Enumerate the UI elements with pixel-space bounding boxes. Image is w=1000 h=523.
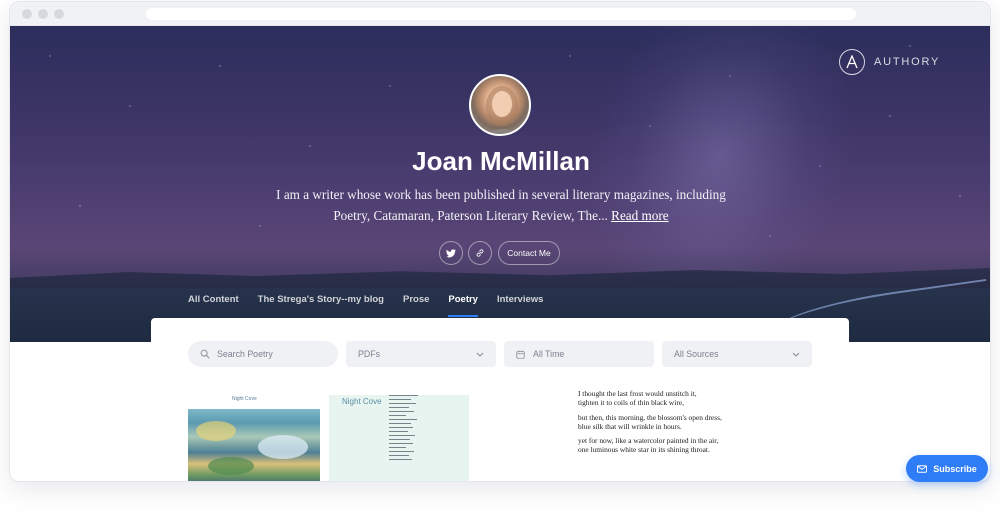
search-input[interactable]: Search Poetry bbox=[188, 341, 338, 367]
profile-hero: AUTHORY Joan McMillan I am a writer whos… bbox=[10, 26, 990, 342]
sources-value: All Sources bbox=[674, 349, 719, 359]
poem-line: one luminous white star in its shining t… bbox=[578, 445, 710, 455]
bio-line-2-text: Poetry, Catamaran, Paterson Literary Rev… bbox=[333, 207, 608, 223]
window-close-dot[interactable] bbox=[22, 9, 32, 19]
date-range-value: All Time bbox=[533, 349, 565, 359]
poetry-card-thumbnail[interactable]: Night Cove bbox=[188, 395, 320, 481]
pdf-preview-title: Night Cove bbox=[342, 397, 382, 406]
sources-select[interactable]: All Sources bbox=[662, 341, 812, 367]
bio-line-2: Poetry, Catamaran, Paterson Literary Rev… bbox=[265, 206, 737, 227]
poem-stanza: yet for now, like a watercolor painted i… bbox=[578, 436, 828, 455]
social-links: Contact Me bbox=[10, 241, 990, 265]
content-type-value: PDFs bbox=[358, 349, 380, 359]
poem-line: yet for now, like a watercolor painted i… bbox=[578, 436, 719, 445]
pdf-text-lines bbox=[389, 395, 425, 463]
chevron-down-icon bbox=[792, 352, 800, 357]
poem-line: tighten it to coils of thin black wire, bbox=[578, 398, 684, 408]
profile-name: Joan McMillan bbox=[412, 146, 590, 176]
contact-me-button[interactable]: Contact Me bbox=[498, 241, 560, 265]
tab-interviews[interactable]: Interviews bbox=[497, 294, 543, 318]
watercolor-shape bbox=[258, 435, 308, 459]
mail-icon bbox=[917, 464, 928, 473]
window-maximize-dot[interactable] bbox=[54, 9, 64, 19]
filter-bar: Search Poetry PDFs All Time All Sources bbox=[188, 341, 812, 367]
tab-all-content[interactable]: All Content bbox=[188, 294, 239, 318]
link-icon bbox=[476, 249, 484, 257]
poem-stanza: I thought the last frost would unstitch … bbox=[578, 389, 828, 408]
brand-name: AUTHORY bbox=[874, 56, 941, 68]
twitter-button[interactable] bbox=[439, 241, 463, 265]
poetry-card-pdf-preview[interactable]: Night Cove bbox=[329, 395, 469, 481]
poem-line: but then, this morning, the blossom's op… bbox=[578, 412, 722, 422]
poem-excerpt[interactable]: I thought the last frost would unstitch … bbox=[578, 389, 828, 460]
subscribe-button[interactable]: Subscribe bbox=[906, 455, 988, 482]
read-more-link[interactable]: Read more bbox=[611, 208, 669, 223]
search-placeholder: Search Poetry bbox=[217, 349, 273, 359]
tab-prose[interactable]: Prose bbox=[403, 294, 429, 318]
watercolor-shape bbox=[196, 421, 236, 441]
content-type-select[interactable]: PDFs bbox=[346, 341, 496, 367]
poem-line: I thought the last frost would unstitch … bbox=[578, 389, 697, 398]
poem-line: blue silk that will wrinkle in hours. bbox=[578, 421, 682, 431]
avatar bbox=[469, 74, 531, 136]
browser-chrome bbox=[10, 2, 990, 26]
calendar-icon bbox=[516, 350, 525, 359]
content-panel: Search Poetry PDFs All Time All Sources … bbox=[151, 318, 849, 481]
window-minimize-dot[interactable] bbox=[38, 9, 48, 19]
bio-line-1: I am a writer whose work has been publis… bbox=[276, 187, 726, 202]
watercolor-shape bbox=[208, 457, 254, 475]
authory-logo-icon bbox=[839, 49, 865, 75]
profile-bio: I am a writer whose work has been publis… bbox=[265, 185, 737, 226]
chevron-down-icon bbox=[476, 352, 484, 357]
twitter-icon bbox=[446, 248, 456, 257]
search-icon bbox=[200, 349, 210, 359]
website-link-button[interactable] bbox=[468, 241, 492, 265]
authory-brand[interactable]: AUTHORY bbox=[839, 49, 940, 75]
date-range-picker[interactable]: All Time bbox=[504, 341, 654, 367]
browser-window: AUTHORY Joan McMillan I am a writer whos… bbox=[9, 1, 991, 482]
thumbnail-title: Night Cove bbox=[232, 396, 257, 402]
address-bar[interactable] bbox=[146, 8, 856, 20]
tab-strega-story[interactable]: The Strega's Story--my blog bbox=[258, 294, 384, 318]
subscribe-label: Subscribe bbox=[933, 463, 977, 474]
tab-poetry[interactable]: Poetry bbox=[448, 294, 478, 318]
poem-stanza: but then, this morning, the blossom's op… bbox=[578, 413, 828, 432]
